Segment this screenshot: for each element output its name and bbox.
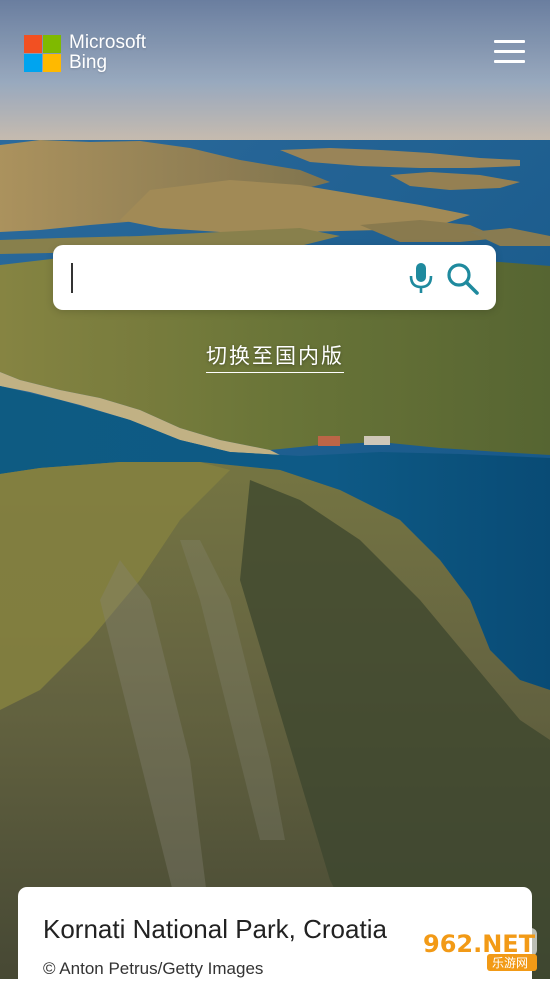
image-caption-credit: © Anton Petrus/Getty Images [43,959,264,978]
watermark-sub: 乐游网 [492,956,528,970]
microphone-icon[interactable] [408,262,434,294]
text-cursor [71,263,73,293]
logo-text-line1: Microsoft [69,32,147,53]
microsoft-logo-icon [24,34,61,72]
bing-logo[interactable]: Microsoft Bing [24,33,146,73]
watermark-main: 962.NET [423,930,536,958]
logo-text-line2: Bing [69,52,108,73]
search-input[interactable] [67,255,391,302]
switch-region-link[interactable]: 切换至国内版 [206,340,344,373]
header: Microsoft Bing [0,0,550,110]
image-caption-title[interactable]: Kornati National Park, Croatia [43,914,387,945]
logo-square-red [24,34,42,53]
logo-square-yellow [43,53,61,72]
hamburger-menu-icon[interactable] [494,40,526,64]
logo-text: Microsoft Bing [69,33,146,73]
background-image [0,0,550,979]
logo-square-blue [24,53,42,72]
search-box [53,245,496,310]
switch-region-link-wrapper: 切换至国内版 [0,340,550,373]
site-watermark-logo: 962.NET 乐游网 [413,926,545,972]
logo-square-green [43,34,61,53]
search-icon[interactable] [446,262,480,296]
